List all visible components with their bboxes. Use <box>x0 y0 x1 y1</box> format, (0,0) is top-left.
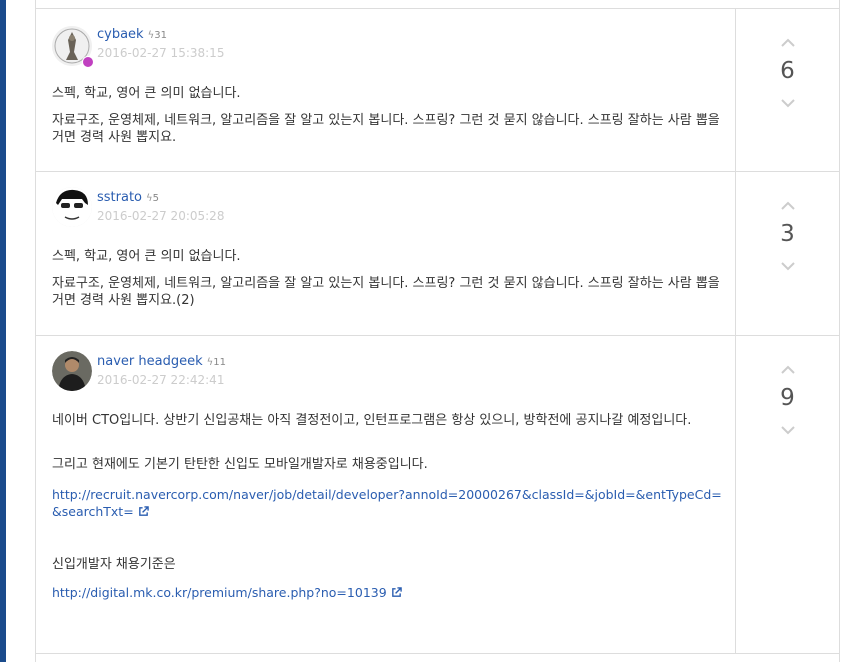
post-date: 2016-02-27 20:05:28 <box>97 209 225 223</box>
author-name[interactable]: naver headgeek <box>97 354 203 369</box>
vote-count: 3 <box>780 221 795 247</box>
left-accent-bar <box>0 0 6 662</box>
reputation: ϟ11 <box>207 357 226 368</box>
chevron-up-icon[interactable] <box>780 201 796 211</box>
answer-paragraph: 자료구조, 운영체제, 네트워크, 알고리즘을 잘 알고 있는지 봅니다. 스프… <box>52 113 720 145</box>
post-date: 2016-02-27 15:38:15 <box>97 46 225 60</box>
reputation: ϟ5 <box>146 193 159 204</box>
answer-link[interactable]: http://recruit.navercorp.com/naver/job/d… <box>52 486 722 520</box>
author-line: cybaek ϟ31 <box>97 27 167 42</box>
vote-panel: 3 <box>736 172 839 335</box>
author-line: naver headgeek ϟ11 <box>97 354 226 369</box>
post-date: 2016-02-27 22:42:41 <box>97 373 225 387</box>
author-name[interactable]: cybaek <box>97 27 144 42</box>
answer-body: cybaek ϟ31 2016-02-27 15:38:15 스펙, 학교, 영어… <box>36 9 736 171</box>
vote-panel: 9 <box>736 336 839 653</box>
external-link-icon <box>391 587 402 597</box>
answer-paragraph: 그리고 현재에도 기본기 탄탄한 신입도 모바일개발자로 채용중입니다. <box>52 457 428 472</box>
author-line: sstrato ϟ5 <box>97 190 159 205</box>
reputation-value: 31 <box>154 30 167 41</box>
author-name[interactable]: sstrato <box>97 190 142 205</box>
answer-body: naver headgeek ϟ11 2016-02-27 22:42:41 네이… <box>36 336 736 653</box>
answer-link[interactable]: http://digital.mk.co.kr/premium/share.ph… <box>52 584 722 601</box>
link-text[interactable]: http://recruit.navercorp.com/naver/job/d… <box>52 487 722 519</box>
answer-paragraph: 자료구조, 운영체제, 네트워크, 알고리즘을 잘 알고 있는지 봅니다. 스프… <box>52 276 720 308</box>
vote-count: 9 <box>780 385 795 411</box>
answer-body: sstrato ϟ5 2016-02-27 20:05:28 스펙, 학교, 영어… <box>36 172 736 335</box>
badge-icon <box>82 56 94 68</box>
lightning-icon: ϟ <box>146 193 153 204</box>
avatar[interactable] <box>52 351 92 391</box>
chevron-up-icon[interactable] <box>780 38 796 48</box>
answer-item: sstrato ϟ5 2016-02-27 20:05:28 스펙, 학교, 영어… <box>36 172 839 336</box>
chevron-down-icon[interactable] <box>780 98 796 108</box>
answer-item: cybaek ϟ31 2016-02-27 15:38:15 스펙, 학교, 영어… <box>36 9 839 172</box>
reputation-value: 5 <box>152 193 159 204</box>
answer-item: naver headgeek ϟ11 2016-02-27 22:42:41 네이… <box>36 336 839 654</box>
chevron-down-icon[interactable] <box>780 261 796 271</box>
answer-paragraph: 스펙, 학교, 영어 큰 의미 없습니다. <box>52 249 241 264</box>
answer-paragraph: 신입개발자 채용기준은 <box>52 557 176 572</box>
answer-paragraph: 스펙, 학교, 영어 큰 의미 없습니다. <box>52 86 241 101</box>
chevron-up-icon[interactable] <box>780 365 796 375</box>
chevron-down-icon[interactable] <box>780 425 796 435</box>
avatar[interactable] <box>52 187 92 227</box>
external-link-icon <box>138 506 149 516</box>
reputation-value: 11 <box>213 357 226 368</box>
vote-count: 6 <box>780 58 795 84</box>
link-text[interactable]: http://digital.mk.co.kr/premium/share.ph… <box>52 585 387 600</box>
answer-list: cybaek ϟ31 2016-02-27 15:38:15 스펙, 학교, 영어… <box>35 0 840 662</box>
answer-paragraph: 네이버 CTO입니다. 상반기 신입공채는 아직 결정전이고, 인턴프로그램은 … <box>52 413 692 428</box>
reputation: ϟ31 <box>148 30 167 41</box>
vote-panel: 6 <box>736 9 839 171</box>
